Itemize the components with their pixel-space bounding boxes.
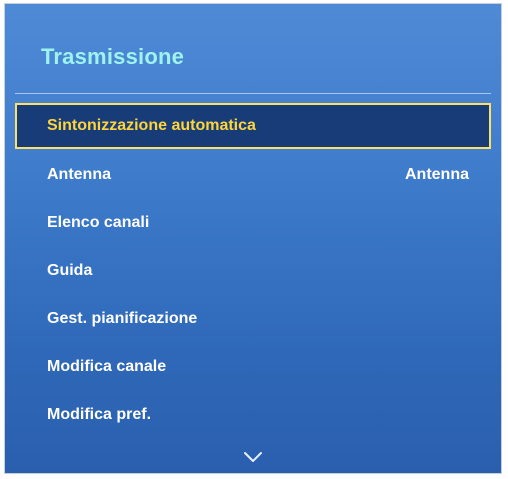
menu-item-guide[interactable]: Guida bbox=[15, 247, 491, 295]
menu-list: Sintonizzazione automatica Antenna Anten… bbox=[15, 103, 491, 439]
menu-item-schedule-manager[interactable]: Gest. pianificazione bbox=[15, 295, 491, 343]
menu-title: Trasmissione bbox=[41, 44, 185, 69]
chevron-down-icon[interactable] bbox=[242, 450, 264, 464]
menu-item-edit-channel[interactable]: Modifica canale bbox=[15, 343, 491, 391]
menu-item-label: Guida bbox=[47, 262, 93, 279]
title-divider bbox=[15, 93, 491, 94]
menu-item-auto-tuning[interactable]: Sintonizzazione automatica bbox=[15, 103, 491, 149]
menu-item-antenna[interactable]: Antenna Antenna bbox=[15, 151, 491, 199]
menu-item-label: Gest. pianificazione bbox=[47, 310, 198, 327]
menu-item-label: Antenna bbox=[47, 166, 111, 183]
menu-item-value: Antenna bbox=[405, 166, 469, 183]
menu-item-label: Sintonizzazione automatica bbox=[47, 117, 256, 134]
menu-item-label: Modifica pref. bbox=[47, 406, 152, 423]
menu-item-edit-favorites[interactable]: Modifica pref. bbox=[15, 391, 491, 439]
broadcast-menu-panel: Trasmissione Sintonizzazione automatica … bbox=[4, 3, 502, 474]
menu-item-label: Elenco canali bbox=[47, 214, 150, 231]
menu-item-channel-list[interactable]: Elenco canali bbox=[15, 199, 491, 247]
menu-item-label: Modifica canale bbox=[47, 358, 167, 375]
